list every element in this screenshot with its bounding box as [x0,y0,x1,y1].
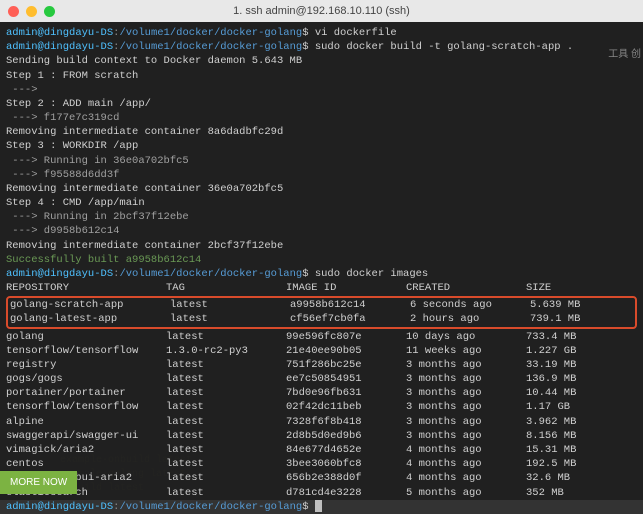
col-image-id: IMAGE ID [286,281,406,295]
table-row: alpinelatest7328f6f8b4183 months ago3.96… [6,415,637,429]
prompt-line: admin@dingdayu-DS:/volume1/docker/docker… [6,40,637,54]
table-row: golang-latest-app latest cf56ef7cb0fa 2 … [10,312,633,326]
build-output: ---> d9958b612c14 [6,224,637,238]
build-output: ---> f95588d6dd3f [6,168,637,182]
build-output: Step 2 : ADD main /app/ [6,97,637,111]
col-tag: TAG [166,281,286,295]
col-size: SIZE [526,281,606,295]
col-created: CREATED [406,281,526,295]
build-output: Step 4 : CMD /app/main [6,196,637,210]
highlighted-rows: golang-scratch-app latest a9958b612c14 6… [6,296,637,328]
table-row: golanglatest99e596fc807e10 days ago733.4… [6,330,637,344]
build-output: Removing intermediate container 8a6dadbf… [6,125,637,139]
col-repository: REPOSITORY [6,281,166,295]
more-now-button[interactable]: MORE NOW [0,471,77,495]
images-header: REPOSITORY TAG IMAGE ID CREATED SIZE [6,281,637,295]
terminal-pane[interactable]: 工具 创 admin@dingdayu-DS:/volume1/docker/d… [0,22,643,500]
build-output: Sending build context to Docker daemon 5… [6,54,637,68]
cursor-icon [315,500,322,512]
table-row: vimagick/aria2latest84e677d4652e4 months… [6,443,637,457]
build-output: Step 3 : WORKDIR /app [6,139,637,153]
build-success: Successfully built a9958b612c14 [6,253,637,267]
table-row: centoslatest3bee3060bfc84 months ago192.… [6,457,637,471]
table-row: elasticsearchlatestd781cd4e32285 months … [6,486,637,500]
table-row: tensorflow/tensorflowlatest02f42dc11beb3… [6,400,637,414]
table-row: golang-scratch-app latest a9958b612c14 6… [10,298,633,312]
build-output: ---> [6,83,637,97]
command-vi: vi dockerfile [315,27,397,39]
table-row: gogs/gogslatestee7c508549513 months ago1… [6,372,637,386]
command-images: sudo docker images [315,268,428,280]
window-title: 1. ssh admin@192.168.10.110 (ssh) [0,5,643,17]
build-output: Step 1 : FROM scratch [6,69,637,83]
prompt-line: admin@dingdayu-DS:/volume1/docker/docker… [6,26,637,40]
table-row: portainer/portainerlatest7bd0e96fb6313 m… [6,386,637,400]
build-output: Removing intermediate container 2bcf37f1… [6,239,637,253]
prompt-line-cursor[interactable]: admin@dingdayu-DS:/volume1/docker/docker… [6,500,637,514]
window-titlebar: 1. ssh admin@192.168.10.110 (ssh) [0,0,643,22]
build-output: ---> f177e7c319cd [6,111,637,125]
table-row: swaggerapi/swagger-uilatest2d8b5d0ed9b63… [6,429,637,443]
build-output: ---> Running in 36e0a702bfc5 [6,154,637,168]
prompt-line: admin@dingdayu-DS:/volume1/docker/docker… [6,267,637,281]
table-row: timonier/webui-aria2latest656b2e388d0f4 … [6,471,637,485]
table-row: tensorflow/tensorflow1.3.0-rc2-py321e40e… [6,344,637,358]
background-text: 工具 创 [608,48,641,62]
command-build: sudo docker build -t golang-scratch-app … [315,41,573,53]
build-output: ---> Running in 2bcf37f12ebe [6,210,637,224]
build-output: Removing intermediate container 36e0a702… [6,182,637,196]
table-row: registrylatest751f286bc25e3 months ago33… [6,358,637,372]
